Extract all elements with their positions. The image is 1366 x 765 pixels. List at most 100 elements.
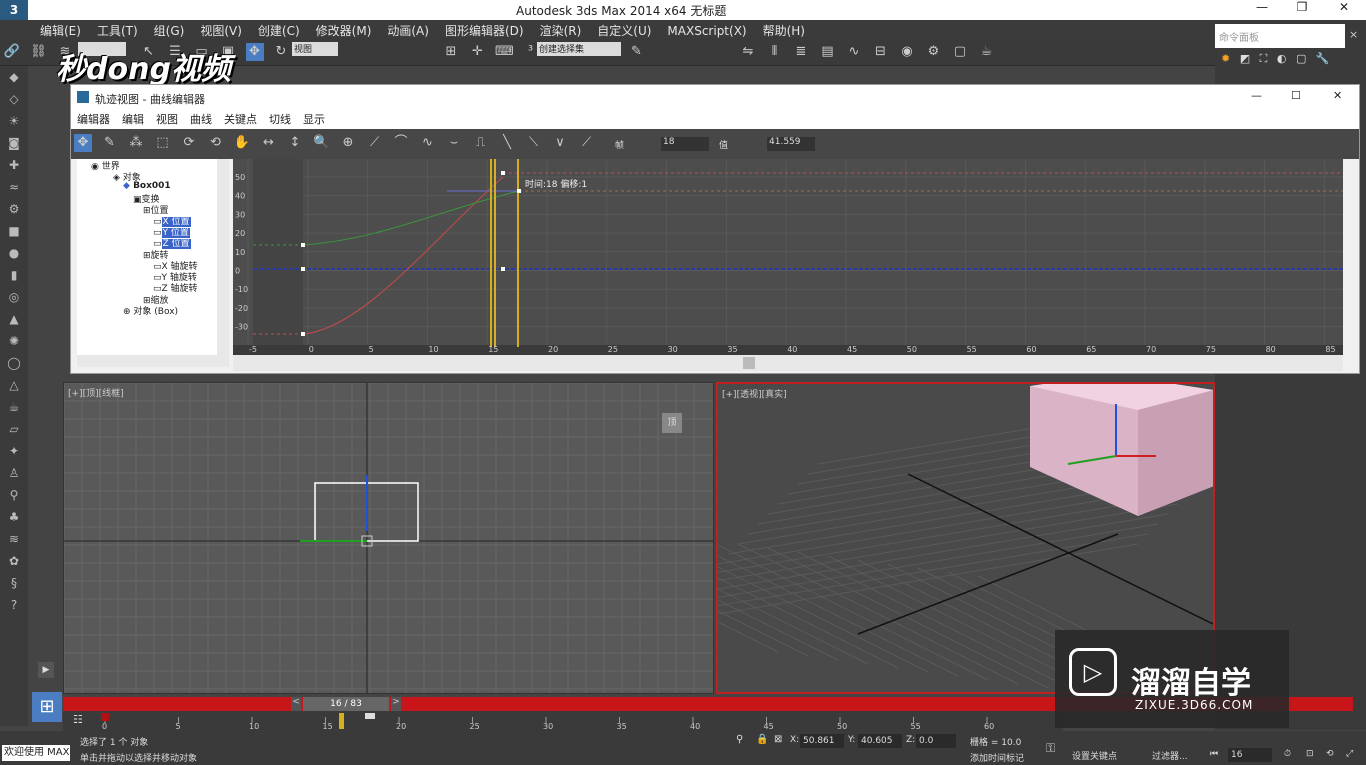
biped-icon[interactable]: ♙ [4,466,24,484]
material-editor-icon[interactable]: ◉ [898,43,916,61]
mirror-icon[interactable]: ⇋ [739,43,757,61]
x-coord-field[interactable]: 50.861 [800,734,844,748]
time-slider-next-icon[interactable]: > [391,697,401,711]
viewport-persp-label[interactable]: [+][透视][真实] [722,387,787,400]
break-tangents-icon[interactable]: ∨ [551,134,569,152]
foliage-icon[interactable]: ✿ [4,554,24,572]
menu-item[interactable]: 渲染(R) [540,24,582,38]
y-coord-field[interactable]: 40.605 [858,734,902,748]
schematic-view-icon[interactable]: ⊟ [872,43,890,61]
tree-item-box001[interactable]: ◆ Box001 [123,181,171,191]
app-logo-icon[interactable]: 3 [0,0,28,20]
z-coord-field[interactable]: 0.0 [916,734,956,748]
orbit-icon[interactable]: ⟲ [1326,749,1334,759]
rotate-icon[interactable]: ↻ [272,43,290,61]
tree-icon[interactable]: ♣ [4,510,24,528]
motion-tab-icon[interactable]: ◐ [1277,52,1287,65]
plane-prim-icon[interactable]: ▱ [4,422,24,440]
curve-editor-icon[interactable]: ∿ [845,43,863,61]
reference-coord-select[interactable]: 视图 [292,42,338,56]
hierarchy-tab-icon[interactable]: ⛶ [1260,52,1268,65]
systems-icon[interactable]: ⚙ [4,202,24,220]
curve-menu-item[interactable]: 关键点 [224,113,257,126]
viewport-top-label[interactable]: [+][顶][线框] [68,386,124,399]
minimize-icon[interactable]: — [1252,0,1272,14]
layer-manager-icon[interactable]: ≣ [792,43,810,61]
set-key-button[interactable]: 设置关键点 [1072,749,1117,762]
retime-all-icon[interactable]: ⟲ [207,134,225,152]
create-lights-icon[interactable]: ☀ [4,114,24,132]
lock-icon[interactable]: 🔒 [756,734,768,745]
move-icon[interactable]: ✥ [245,43,264,61]
zoom-region-icon[interactable]: ⊕ [339,134,357,152]
zoom-icon[interactable]: 🔍 [313,134,331,152]
command-panel-search[interactable]: 命令面板 [1215,24,1345,48]
isolate-icon[interactable]: ⚲ [736,734,743,745]
keyboard-shortcut-icon[interactable]: ⌨ [495,43,514,61]
add-time-tag[interactable]: 添加时间标记 [970,751,1024,764]
track-bar[interactable]: ☷ 0 5 10 15 20 25 30 35 40 45 50 55 60 [63,711,1063,731]
frame-field[interactable]: 18 [661,137,709,151]
play-icon[interactable]: ▶ [38,662,54,678]
select-manipulate-icon[interactable]: ✛ [469,43,487,61]
unify-tangents-icon[interactable]: ⟋ [578,134,596,152]
key-filters-button[interactable]: 过滤器... [1152,749,1188,762]
viewport-top[interactable]: [+][顶][线框] 顶 [63,382,714,694]
curve-maximize-icon[interactable]: ☐ [1291,89,1301,102]
sphere-prim-icon[interactable]: ● [4,246,24,264]
curve-menu-item[interactable]: 视图 [156,113,178,126]
tangent-step-icon[interactable]: ⎍ [472,134,490,152]
graphite-icon[interactable]: ▤ [819,43,837,61]
tangent-smooth-icon[interactable]: ⟍ [525,134,543,152]
time-slider-thumb[interactable]: 16 / 83 [303,697,389,711]
frame-value-icon[interactable]: ↕ [286,134,304,152]
curve-menu-item[interactable]: 编辑 [122,113,144,126]
tangent-custom-icon[interactable]: ∿ [419,134,437,152]
maxscript-listener[interactable]: 欢迎使用 MAX [2,745,70,761]
command-panel-close-icon[interactable]: × [1349,28,1358,41]
key-icon[interactable]: ⚿ [1046,741,1055,756]
box-prim-icon[interactable]: ■ [4,224,24,242]
menu-item[interactable]: MAXScript(X) [667,24,746,38]
close-icon[interactable]: ✕ [1334,0,1354,14]
pan-icon[interactable]: ✋ [233,134,251,152]
create-helpers-icon[interactable]: ✚ [4,158,24,176]
cone-prim-icon[interactable]: ▲ [4,312,24,330]
menu-item[interactable]: 编辑(E) [40,24,81,38]
curve-menu-item[interactable]: 显示 [303,113,325,126]
insert-keys-icon[interactable]: ⁂ [127,134,145,152]
pivot-icon[interactable]: ⊞ [442,43,460,61]
tangent-fast-icon[interactable]: ⌣ [445,134,463,152]
menu-item[interactable]: 修改器(M) [316,24,372,38]
rendered-frame-icon[interactable]: ▢ [951,43,969,61]
isolate-curve-icon[interactable]: ⟋ [366,134,384,152]
curve-graph[interactable]: 50 40 30 20 10 0 -10 -20 -30 -5 0 5 10 15 20 25 30 35 40 4… [233,159,1343,355]
pyramid-prim-icon[interactable]: △ [4,378,24,396]
named-selection-set[interactable]: 创建选择集 [537,42,621,56]
unlink-icon[interactable]: ⛓ [30,43,48,61]
teapot-prim-icon[interactable]: ☕ [4,400,24,418]
tangent-linear-icon[interactable]: ╲ [498,134,516,152]
value-field[interactable]: 41.559 [767,137,815,151]
curve-menu-item[interactable]: 曲线 [190,113,212,126]
zoom-extents-icon[interactable]: ⊡ [1306,749,1314,759]
tree-hscroll[interactable] [77,355,229,367]
curve-close-icon[interactable]: ✕ [1333,89,1342,102]
menu-item[interactable]: 创建(C) [258,24,300,38]
create-cameras-icon[interactable]: ◙ [4,136,24,154]
render-setup-icon[interactable]: ⚙ [925,43,943,61]
abs-mode-icon[interactable]: ⊠ [774,734,782,745]
create-shapes-icon[interactable]: ◇ [4,92,24,110]
geosphere-prim-icon[interactable]: ✺ [4,334,24,352]
curve-menu-item[interactable]: 切线 [269,113,291,126]
graph-hscroll[interactable] [233,355,1343,371]
frame-horizontal-icon[interactable]: ↔ [260,134,278,152]
scroll-thumb[interactable] [743,357,755,369]
retime-tool-icon[interactable]: ⟳ [180,134,198,152]
help-icon[interactable]: ? [4,598,24,616]
tangent-auto-icon[interactable]: ⌒ [392,134,410,152]
restore-icon[interactable]: ❐ [1292,0,1312,14]
align-icon[interactable]: ⫴ [766,43,784,61]
script-icon[interactable]: § [4,576,24,594]
torus-prim-icon[interactable]: ◎ [4,290,24,308]
